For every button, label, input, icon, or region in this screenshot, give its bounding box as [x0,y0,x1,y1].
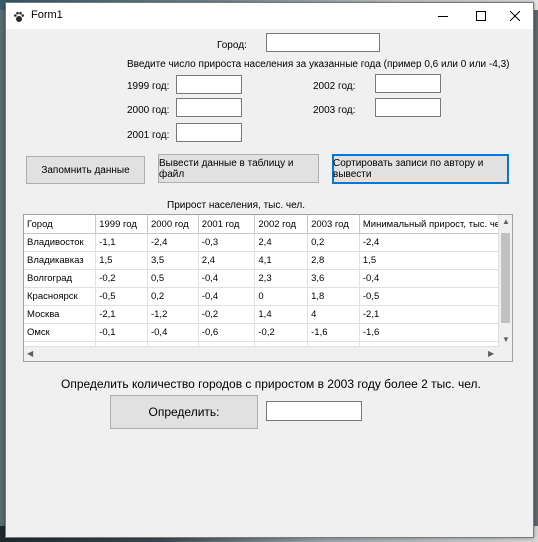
question-text: Определить количество городов с приросто… [61,377,481,391]
city-input[interactable] [266,33,380,52]
table-cell[interactable]: -0,3 [198,233,256,252]
population-table[interactable]: Город 1999 год 2000 год 2001 год 2002 год 200… [23,214,513,362]
table-cell[interactable]: 0,2 [147,287,199,306]
table-cell[interactable]: -0,6 [198,323,256,342]
year-2001-input[interactable] [176,123,242,142]
table-cell[interactable]: -0,2 [95,269,148,288]
table-cell[interactable]: 4 [307,305,360,324]
table-cell[interactable]: -0,5 [95,287,148,306]
table-cell[interactable]: -1,2 [147,305,199,324]
table-cell[interactable]: -2,1 [359,305,512,324]
column-header[interactable]: 2002 год [254,215,309,234]
year-2003-input[interactable] [375,98,441,117]
year-2003-label: 2003 год: [313,105,356,116]
table-cell[interactable]: -0,2 [198,305,256,324]
table-cell[interactable]: 2,4 [254,233,309,252]
table-row[interactable]: Красноярск -0,5 0,2 -0,4 0 1,8 -0,5 [24,287,512,306]
table-cell[interactable]: -0,4 [359,269,512,288]
window-title: Form1 [31,9,63,21]
maximize-button[interactable] [463,3,499,29]
table-cell[interactable]: 4,1 [254,251,309,270]
vertical-scroll-thumb[interactable] [501,233,510,323]
result-input[interactable] [266,401,362,421]
table-cell[interactable]: Красноярск [24,287,97,306]
scroll-left-icon[interactable]: ◀ [27,349,33,358]
table-cell[interactable]: -1,6 [359,323,512,342]
table-caption: Прирост населения, тыс. чел. [167,200,305,211]
scroll-up-icon[interactable]: ▲ [502,217,510,226]
table-cell[interactable]: Владивосток [24,233,97,252]
table-row[interactable]: Владикавказ 1,5 3,5 2,4 4,1 2,8 1,5 [24,251,512,270]
year-2000-input[interactable] [176,98,242,117]
table-cell[interactable]: 0 [254,287,309,306]
year-2002-input[interactable] [375,74,441,93]
table-row[interactable]: Омск -0,1 -0,4 -0,6 -0,2 -1,6 -1,6 [24,323,512,342]
minimize-button[interactable] [425,3,461,29]
table-cell[interactable]: -2,1 [95,305,148,324]
table-cell[interactable]: -0,5 [359,287,512,306]
table-cell[interactable]: Омск [24,323,97,342]
table-cell[interactable]: 2,4 [198,251,256,270]
maximize-icon [476,11,486,21]
sort-records-button[interactable]: Сортировать записи по автору и вывести [332,154,509,184]
minimize-icon [438,16,448,17]
form-window: Form1 Город: Введите число прироста насе… [5,2,534,538]
table-cell[interactable]: 0,5 [147,269,199,288]
table-cell[interactable]: -0,4 [198,287,256,306]
city-label: Город: [217,40,247,51]
column-header[interactable]: Город [24,215,97,234]
year-2002-label: 2002 год: [313,81,356,92]
scroll-right-icon[interactable]: ▶ [488,349,494,358]
table-header-row: Город 1999 год 2000 год 2001 год 2002 год 200… [24,215,512,234]
table-cell[interactable]: -0,2 [254,323,309,342]
column-header[interactable]: 2001 год [198,215,256,234]
instruction-text: Введите число прироста населения за указ… [127,59,510,70]
year-2001-label: 2001 год: [127,130,170,141]
table-cell[interactable]: 1,5 [95,251,148,270]
table-cell[interactable]: Москва [24,305,97,324]
table-row[interactable]: Владивосток -1,1 -2,4 -0,3 2,4 0,2 -2,4 [24,233,512,252]
title-bar[interactable]: Form1 [6,3,533,29]
paw-icon [13,10,25,22]
table-cell[interactable]: 1,8 [307,287,360,306]
table-cell[interactable]: -0,4 [198,269,256,288]
scrollbar-corner [499,347,512,361]
year-1999-label: 1999 год: [127,81,170,92]
scroll-down-icon[interactable]: ▼ [502,335,510,344]
table-cell[interactable]: -2,4 [359,233,512,252]
table-cell[interactable]: 3,6 [307,269,360,288]
table-cell[interactable]: Волгоград [24,269,97,288]
output-data-button[interactable]: Вывести данные в таблицу и файл [158,154,319,183]
determine-button[interactable]: Определить: [110,395,258,429]
year-1999-input[interactable] [176,75,242,94]
table-row[interactable]: Волгоград -0,2 0,5 -0,4 2,3 3,6 -0,4 [24,269,512,288]
table-cell[interactable]: 2,3 [254,269,309,288]
column-header[interactable]: 2003 год [307,215,360,234]
table-cell[interactable]: 2,8 [307,251,360,270]
close-icon [510,11,520,21]
column-header[interactable]: 2000 год [147,215,199,234]
year-2000-label: 2000 год: [127,105,170,116]
table-row[interactable]: Москва -2,1 -1,2 -0,2 1,4 4 -2,1 [24,305,512,324]
table-cell[interactable]: -1,1 [95,233,148,252]
column-header[interactable]: Минимальный прирост, тыс. чел. [359,215,512,234]
save-data-button[interactable]: Запомнить данные [26,156,145,184]
table-cell[interactable]: -1,6 [307,323,360,342]
table-cell[interactable]: -0,1 [95,323,148,342]
table-cell[interactable]: Владикавказ [24,251,97,270]
table-cell[interactable]: -0,4 [147,323,199,342]
table-cell[interactable]: 1,5 [359,251,512,270]
column-header[interactable]: 1999 год [95,215,148,234]
table-cell[interactable]: 0,2 [307,233,360,252]
vertical-scrollbar[interactable]: ▲ ▼ [498,215,512,347]
table-cell[interactable]: -2,4 [147,233,199,252]
table-cell[interactable]: 1,4 [254,305,309,324]
close-button[interactable] [497,3,533,29]
table-cell[interactable]: 3,5 [147,251,199,270]
horizontal-scrollbar[interactable]: ◀ ▶ [24,346,500,361]
